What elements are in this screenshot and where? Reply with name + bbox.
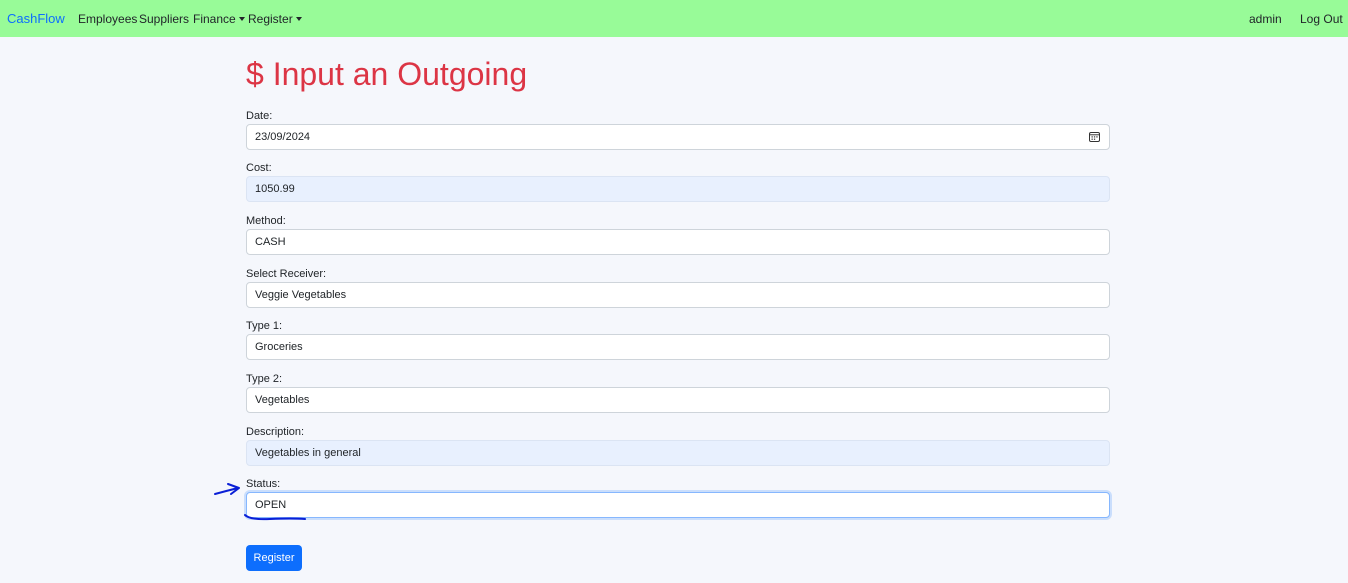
- method-select[interactable]: CASH: [246, 229, 1110, 255]
- type2-select[interactable]: Vegetables: [246, 387, 1110, 413]
- annotation-arrowhead: [227, 483, 240, 495]
- cost-input[interactable]: 1050.99: [246, 176, 1110, 202]
- chevron-down-icon: [238, 17, 245, 21]
- nav-register-label: Register: [248, 12, 293, 26]
- date-input[interactable]: 23/09/2024: [246, 124, 1110, 150]
- logout-link[interactable]: Log Out: [1300, 12, 1343, 26]
- method-label: Method:: [246, 215, 286, 227]
- top-navbar: CashFlow Employees Suppliers Finance Reg…: [0, 0, 1348, 37]
- register-button[interactable]: Register: [246, 545, 302, 571]
- type2-label: Type 2:: [246, 373, 283, 385]
- cost-label: Cost:: [246, 162, 272, 174]
- status-label: Status:: [246, 478, 281, 490]
- nav-finance-dropdown[interactable]: Finance: [193, 12, 245, 26]
- brand-link[interactable]: CashFlow: [7, 11, 65, 26]
- user-name[interactable]: admin: [1249, 12, 1282, 26]
- annotation-arrow: [214, 487, 239, 495]
- type1-label: Type 1:: [246, 320, 283, 332]
- nav-suppliers[interactable]: Suppliers: [139, 12, 189, 26]
- description-label: Description:: [246, 426, 305, 438]
- chevron-down-icon: [295, 17, 302, 21]
- calendar-icon[interactable]: [1089, 131, 1100, 142]
- status-select[interactable]: OPEN: [246, 492, 1110, 518]
- description-input[interactable]: Vegetables in general: [246, 440, 1110, 466]
- nav-register-dropdown[interactable]: Register: [248, 12, 302, 26]
- type1-select[interactable]: Groceries: [246, 334, 1110, 360]
- date-value: 23/09/2024: [255, 131, 311, 143]
- receiver-label: Select Receiver:: [246, 268, 327, 280]
- nav-employees[interactable]: Employees: [78, 12, 137, 26]
- nav-finance-label: Finance: [193, 12, 236, 26]
- date-label: Date:: [246, 110, 273, 122]
- page-title: $ Input an Outgoing: [246, 56, 528, 92]
- receiver-select[interactable]: Veggie Vegetables: [246, 282, 1110, 308]
